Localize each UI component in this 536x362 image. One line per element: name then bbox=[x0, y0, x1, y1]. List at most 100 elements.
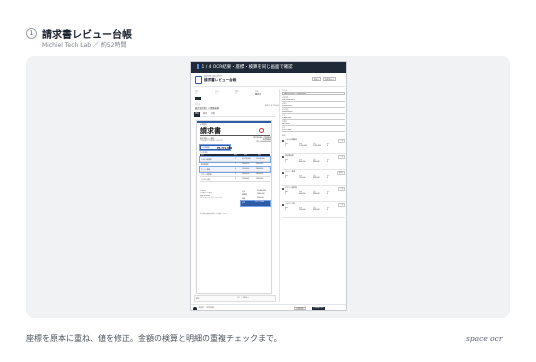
meta-value: — bbox=[195, 93, 198, 95]
submit-approval-button[interactable]: 承認依頼を送信 bbox=[312, 307, 325, 310]
cell-price: ¥800,000 bbox=[242, 163, 250, 165]
line-value[interactable]: 1 bbox=[285, 194, 299, 195]
line-columns: 数量 単価 金額 差分 bbox=[285, 191, 345, 193]
col-label: 単価 bbox=[299, 176, 302, 177]
col-label: 数量 bbox=[285, 192, 288, 193]
col-label: 差分 bbox=[327, 160, 330, 161]
pending-button[interactable]: 承認待ちへ bbox=[323, 77, 336, 81]
tab-extracted[interactable]: 抽出 bbox=[202, 112, 208, 117]
line-value[interactable]: 1,200,000 bbox=[313, 146, 327, 147]
meta-row: 受付 — 担当 — 期限 — 状態 確認中 bbox=[195, 90, 279, 97]
total-amount-value: ¥3,771,000 bbox=[217, 147, 233, 150]
cell-item: サーバー費用 bbox=[201, 169, 210, 171]
step-number: 1 bbox=[26, 28, 37, 39]
line-item[interactable]: デザイン制作費 重複 数量 単価 金額 差分 1 600,000 600,000 0 bbox=[282, 187, 345, 202]
grand-total-value: ¥3,771,000 bbox=[255, 201, 265, 203]
line-status-dot-icon bbox=[282, 204, 284, 206]
field-tax[interactable]: 消費税 345,000 bbox=[282, 121, 345, 127]
cell-price: ¥200,000 bbox=[242, 178, 250, 180]
line-value[interactable]: 200,000 bbox=[299, 210, 313, 211]
line-value[interactable]: 0 bbox=[327, 210, 341, 211]
line-values: 1 600,000 600,000 0 bbox=[285, 194, 345, 195]
save-draft-button[interactable]: 下書き保存 bbox=[294, 307, 306, 310]
field-value[interactable]: 3,771,000 bbox=[282, 129, 345, 133]
line-value[interactable]: 0 bbox=[327, 178, 341, 179]
table-row[interactable]: ライセンス料 2 ¥200,000 ¥400,000 bbox=[200, 177, 270, 182]
field-issue-date[interactable]: 請求日 2024/03/12 bbox=[282, 103, 345, 109]
col-label: 単価 bbox=[299, 160, 302, 161]
line-columns: 数量 単価 金額 差分 bbox=[285, 159, 345, 161]
brand-logo: space ocr bbox=[466, 334, 503, 343]
field-subtotal[interactable]: 小計 3,450,000 bbox=[282, 115, 345, 121]
doc-issuer: 株式会社新しい開発技術 東京都港区 TEL 03-0000-0000 bbox=[247, 137, 271, 144]
line-value[interactable]: 150,000 bbox=[299, 178, 313, 179]
line-columns: 数量 単価 金額 差分 bbox=[285, 207, 345, 209]
summary-key: 消費税 bbox=[242, 195, 247, 197]
status-chip bbox=[195, 97, 201, 100]
total-amount-box[interactable]: ご請求金額 ¥3,771,000 bbox=[199, 144, 233, 151]
line-value[interactable]: 3 bbox=[285, 178, 299, 179]
line-item[interactable]: 保守運用費 一致 数量 単価 金額 差分 1 800,000 800,000 0 bbox=[282, 155, 345, 170]
line-item[interactable]: システム開発費 一致 数量 単価 金額 差分 1 1,200,000 1,200,000 0 bbox=[282, 139, 345, 154]
meta-item: 期限 — bbox=[235, 90, 255, 95]
field-value[interactable]: 345,000 bbox=[282, 123, 345, 127]
line-item[interactable]: ライセンス料 一致 数量 単価 金額 差分 2 200,000 400,000 0 bbox=[282, 203, 345, 218]
col-label: 差分 bbox=[327, 144, 330, 145]
line-value[interactable]: 600,000 bbox=[313, 194, 327, 195]
line-value[interactable]: 800,000 bbox=[299, 162, 313, 163]
line-value[interactable]: 800,000 bbox=[313, 162, 327, 163]
doc-recipient-note: 下記の通りご請求申し上げます。 bbox=[200, 140, 224, 142]
line-value[interactable]: 0 bbox=[327, 146, 341, 147]
line-value[interactable]: 1,200,000 bbox=[299, 146, 313, 147]
line-head-label: 明細 bbox=[282, 136, 286, 137]
titlebar-text: 1 / 4 OCR結果・座標・検算を同じ画面で確認 bbox=[201, 65, 293, 70]
col-label: 差分 bbox=[327, 176, 330, 177]
field-value[interactable]: INV-2024-0312 bbox=[282, 99, 345, 103]
page-thumbnail-bar: 原本 1 / 1 − 100% + bbox=[194, 295, 276, 302]
grand-total-row[interactable]: 合計 ¥3,771,000 bbox=[240, 200, 271, 207]
line-value[interactable]: 450,000 bbox=[313, 178, 327, 179]
line-value[interactable]: 400,000 bbox=[313, 210, 327, 211]
cell-amount: ¥1,200,000 bbox=[256, 158, 265, 160]
line-value[interactable]: 0 bbox=[327, 194, 341, 195]
app-title: 請求書レビュー台帳 bbox=[204, 78, 237, 82]
field-value[interactable]: 2024/03/12 bbox=[282, 105, 345, 109]
col-label: 金額 bbox=[313, 192, 316, 193]
line-status-dot-icon bbox=[282, 188, 284, 190]
vendor-input[interactable]: 株式会社新しい開発技術 bbox=[282, 91, 345, 96]
col-label: 数量 bbox=[285, 208, 288, 209]
line-status-dot-icon bbox=[282, 172, 284, 174]
line-value[interactable]: 2 bbox=[285, 210, 299, 211]
footer-status: 確認者 ・ 3件の指摘 bbox=[199, 307, 214, 309]
summary-key: 源泉 bbox=[242, 198, 246, 200]
zoom-controls[interactable]: 1 / 1 − 100% + bbox=[237, 298, 249, 299]
line-value[interactable]: 600,000 bbox=[299, 194, 313, 195]
line-value[interactable]: 0 bbox=[327, 162, 341, 163]
line-item-name: サーバー費用 bbox=[285, 171, 296, 173]
app-header: ROUTE PROJECT 請求書レビュー台帳 差戻し 承認待ちへ bbox=[194, 75, 345, 87]
line-item-name: ライセンス料 bbox=[285, 203, 296, 205]
col-label: 差分 bbox=[327, 208, 330, 209]
line-value[interactable]: 1 bbox=[285, 146, 299, 147]
field-invoice-no[interactable]: 請求番号 INV-2024-0312 bbox=[282, 97, 345, 103]
meta-value: 確認中 bbox=[255, 94, 262, 96]
app-screenshot: 1 / 4 OCR結果・座標・検算を同じ画面で確認 ROUTE PROJECT … bbox=[190, 61, 347, 311]
field-value[interactable]: 2024/04/30 bbox=[282, 111, 345, 115]
grand-total-key: 合計 bbox=[242, 202, 246, 204]
cell-item: システム開発費 bbox=[201, 159, 212, 161]
vendor-total: 合計 ¥ 3,771,000 bbox=[265, 105, 281, 107]
field-value[interactable]: 3,450,000 bbox=[282, 117, 345, 121]
meta-item: 担当 — bbox=[215, 90, 235, 95]
reject-button[interactable]: 差戻し bbox=[312, 77, 322, 81]
meta-item: 状態 確認中 bbox=[255, 90, 275, 96]
doc-footnote: ※ お振込手数料は貴社にてご負担ください。 bbox=[200, 214, 229, 215]
line-item[interactable]: サーバー費用 要確認 数量 単価 金額 差分 3 150,000 450,000 0 bbox=[282, 171, 345, 186]
line-value[interactable]: 1 bbox=[285, 162, 299, 163]
field-total[interactable]: 合計 3,771,000 bbox=[282, 127, 345, 133]
cell-amount: ¥800,000 bbox=[256, 163, 264, 165]
field-due-date[interactable]: 支払期限 2024/04/30 bbox=[282, 109, 345, 115]
meta-item: 受付 — bbox=[195, 90, 215, 95]
meta-value: — bbox=[235, 93, 238, 95]
tab-compare[interactable]: 比較 bbox=[210, 112, 216, 117]
tab-original[interactable]: 原本 bbox=[194, 112, 201, 117]
